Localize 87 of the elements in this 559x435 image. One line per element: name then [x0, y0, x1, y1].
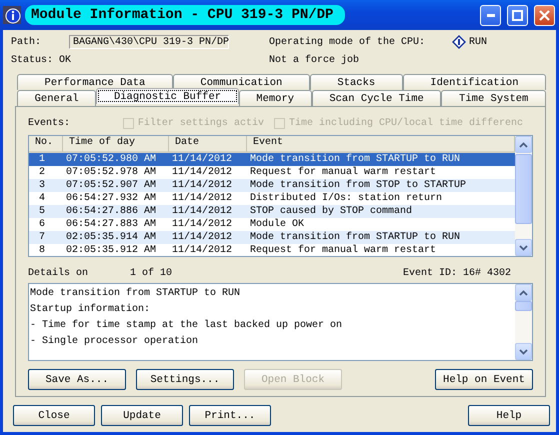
tab[interactable]: Communication: [172, 74, 310, 90]
details-line: - Single processor operation: [30, 334, 200, 349]
scrollbar[interactable]: [515, 136, 532, 256]
tab[interactable]: Memory: [238, 90, 312, 106]
event-row[interactable]: 6 06:54:27.883 AM 11/14/2012 Module OK: [29, 218, 515, 231]
diamond-icon: [452, 35, 466, 49]
table-cell-text: 11/14/2012: [171, 192, 234, 205]
tab[interactable]: Identification: [402, 74, 546, 90]
panel-button[interactable]: Settings...: [136, 369, 234, 390]
table-cell-text: 1: [38, 153, 46, 166]
table-cell-text: 06:54:27.932 AM: [65, 192, 158, 205]
table-cell-text: 8: [38, 244, 46, 257]
event-row[interactable]: 7 02:05:35.914 AM 11/14/2012 Mode transition from STARTUP to RUN: [29, 231, 515, 244]
table-cell-text: 11/14/2012: [171, 179, 234, 192]
table-cell-text: 5: [38, 205, 46, 218]
table-cell-text: Distributed I/Os: station return: [249, 192, 444, 205]
table-cell-text: 3: [38, 179, 46, 192]
maximize-button[interactable]: [507, 4, 528, 26]
tab[interactable]: Performance Data: [17, 74, 173, 90]
details-line: Startup information:: [30, 302, 152, 317]
table-cell-text: 02:05:35.912 AM: [65, 244, 158, 257]
table-cell-text: Mode transition from STARTUP to RUN: [249, 231, 462, 244]
column-header[interactable]: Time of day: [63, 136, 169, 153]
scrollbar-thumb[interactable]: [515, 301, 532, 311]
tab[interactable]: Stacks: [310, 74, 403, 90]
table-cell-text: 07:05:52.978 AM: [65, 166, 158, 179]
event-row[interactable]: 4 06:54:27.932 AM 11/14/2012 Distributed I/Os: station return: [29, 192, 515, 205]
table-cell-text: 11/14/2012: [171, 244, 234, 257]
event-id: Event ID: 16# 4302: [402, 268, 511, 278]
force-job-text: Not a force job: [269, 54, 360, 66]
operating-mode-value: RUN: [469, 36, 488, 48]
info-icon: [3, 6, 21, 24]
table-cell-text: 6: [38, 218, 46, 231]
panel-button[interactable]: Save As...: [28, 369, 126, 390]
table-cell-text: 11/14/2012: [171, 231, 234, 244]
tab[interactable]: General: [17, 90, 96, 106]
table-cell-text: 06:54:27.883 AM: [65, 218, 158, 231]
table-cell-text: 07:05:52.907 AM: [65, 179, 158, 192]
path-field: BAGANG\430\CPU 319-3 PN/DP: [69, 35, 229, 49]
event-row[interactable]: 1 07:05:52.980 AM 11/14/2012 Mode transition from STARTUP to RUN: [29, 153, 515, 166]
operating-mode-label: Operating mode of the CPU:: [269, 36, 426, 48]
path-label: Path:: [11, 36, 42, 48]
minimize-icon: [486, 14, 494, 16]
table-cell-text: 11/14/2012: [171, 166, 234, 179]
window-title: Module Information - CPU 319-3 PN/DP: [25, 5, 346, 25]
table-cell-text: Mode transition from STOP to STARTUP: [249, 179, 468, 192]
events-label: Events:: [28, 118, 72, 128]
column-header[interactable]: Event: [247, 136, 515, 153]
table-cell-text: 11/14/2012: [171, 153, 234, 166]
close-icon: [539, 10, 550, 20]
table-cell-text: 4: [38, 192, 46, 205]
tab[interactable]: Diagnostic Buffer: [96, 88, 239, 104]
details-label: Details on: [28, 268, 90, 278]
table-cell-text: Module OK: [249, 218, 306, 231]
table-cell-text: Request for manual warm restart: [249, 166, 438, 179]
column-header[interactable]: Date: [169, 136, 247, 153]
maximize-icon: [512, 10, 523, 20]
scrollbar-thumb[interactable]: [515, 154, 532, 224]
status-text: Status: OK: [11, 54, 72, 66]
table-cell-text: 11/14/2012: [171, 218, 234, 231]
table-cell-text: 11/14/2012: [171, 205, 234, 218]
footer-button[interactable]: Update: [101, 405, 183, 426]
minimize-button[interactable]: [480, 4, 501, 26]
details-line: - Time for time stamp at the last backed up power on: [30, 318, 344, 333]
event-row[interactable]: 8 02:05:35.912 AM 11/14/2012 Request for manual warm restart: [29, 244, 515, 257]
table-cell-text: 07:05:52.980 AM: [65, 153, 158, 166]
event-row[interactable]: 5 06:54:27.886 AM 11/14/2012 STOP caused by STOP command: [29, 205, 515, 218]
footer-button[interactable]: Print...: [189, 405, 271, 426]
footer-button[interactable]: Help: [468, 405, 550, 426]
table-cell-text: Mode transition from STARTUP to RUN: [249, 153, 462, 166]
event-row[interactable]: 3 07:05:52.907 AM 11/14/2012 Mode transition from STOP to STARTUP: [29, 179, 515, 192]
scrollbar[interactable]: [515, 284, 532, 360]
table-cell-text: 7: [38, 231, 46, 244]
column-header[interactable]: No.: [29, 136, 63, 153]
tab[interactable]: Scan Cycle Time: [312, 90, 442, 106]
table-cell-text: STOP caused by STOP command: [249, 205, 414, 218]
panel-button[interactable]: Help on Event: [435, 369, 533, 390]
details-position: 1 of 10: [130, 268, 172, 278]
tab[interactable]: Time System: [441, 90, 546, 106]
table-cell-text: 06:54:27.886 AM: [65, 205, 158, 218]
close-button[interactable]: [534, 4, 555, 26]
footer-button[interactable]: Close: [13, 405, 95, 426]
event-row[interactable]: 2 07:05:52.978 AM 11/14/2012 Request for manual warm restart: [29, 166, 515, 179]
details-line: Mode transition from STARTUP to RUN: [30, 286, 242, 301]
table-cell-text: 2: [38, 166, 46, 179]
table-cell-text: 02:05:35.914 AM: [65, 231, 158, 244]
table-cell-text: Request for manual warm restart: [249, 244, 438, 257]
